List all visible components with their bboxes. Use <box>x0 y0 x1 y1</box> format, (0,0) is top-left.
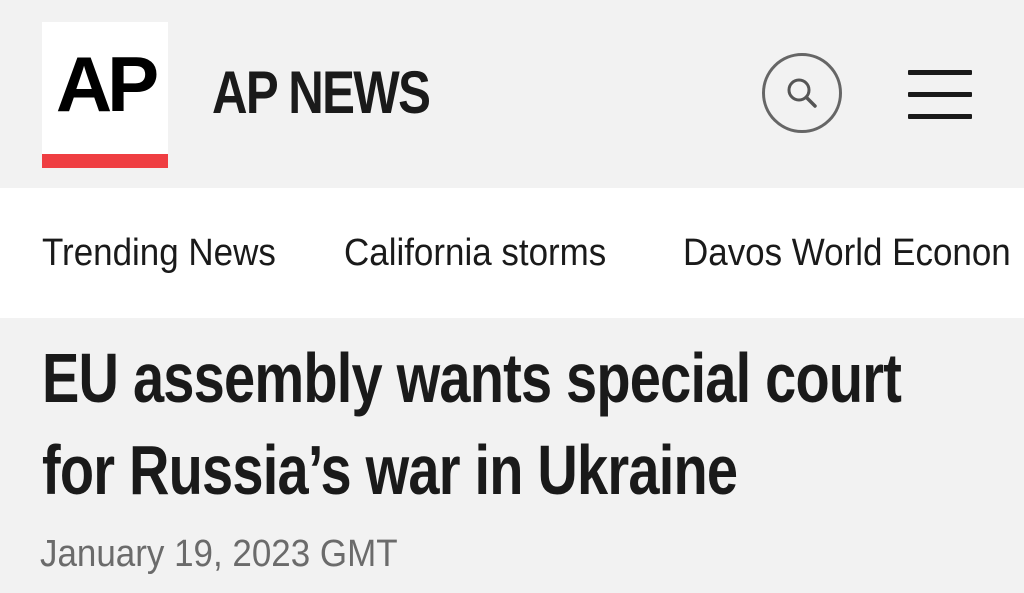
hamburger-menu-icon[interactable] <box>908 70 972 120</box>
nav-item-trending-news[interactable]: Trending News <box>42 228 276 278</box>
nav-item-california-storms[interactable]: California storms <box>344 228 606 278</box>
search-icon <box>787 78 817 108</box>
nav-item-davos-world-economic[interactable]: Davos World Econon <box>683 228 1011 278</box>
menu-line <box>908 114 972 119</box>
trending-nav-bar: Trending News California storms Davos Wo… <box>0 188 1024 318</box>
menu-line <box>908 70 972 75</box>
brand-title[interactable]: AP NEWS <box>212 58 431 128</box>
headline-line-2: for Russia’s war in Ukraine <box>42 431 738 509</box>
logo-red-bar <box>42 154 168 168</box>
logo-text: AP <box>55 40 159 128</box>
article-header: EU assembly wants special court for Russ… <box>0 318 1024 593</box>
headline-line-1: EU assembly wants special court <box>42 339 902 417</box>
article-date: January 19, 2023 GMT <box>40 533 398 575</box>
site-header: AP AP NEWS <box>0 0 1024 188</box>
ap-logo[interactable]: AP <box>42 22 168 168</box>
menu-line <box>908 92 972 97</box>
article-headline: EU assembly wants special court for Russ… <box>42 332 906 516</box>
search-button[interactable] <box>762 53 842 133</box>
